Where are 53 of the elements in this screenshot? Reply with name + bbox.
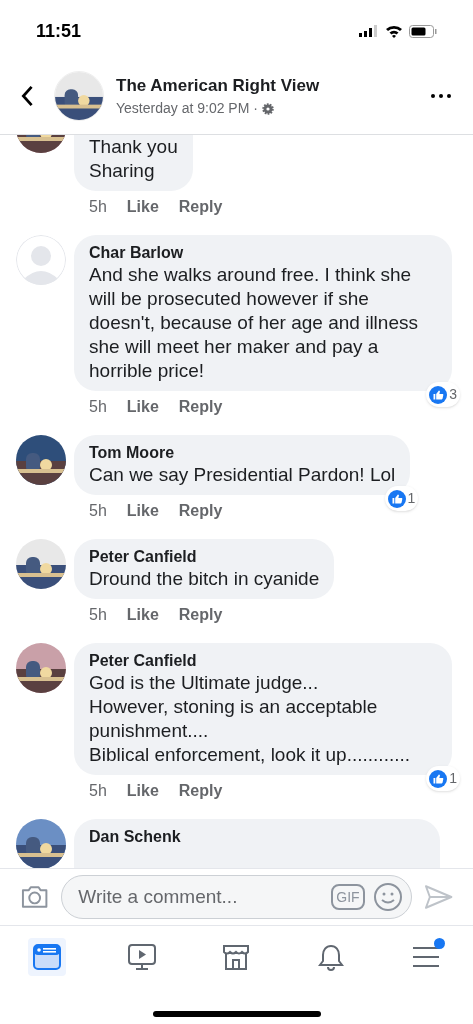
comment-text: God is the Ultimate judge... bbox=[89, 671, 320, 695]
comment-time: 5h bbox=[89, 397, 107, 417]
reply-link[interactable]: Reply bbox=[178, 395, 223, 419]
comment-time: 5h bbox=[89, 197, 107, 217]
commenter-name: Peter Canfield bbox=[89, 651, 198, 671]
more-icon bbox=[431, 94, 451, 98]
comment-text: Biblical enforcement, look it up............ bbox=[89, 743, 412, 767]
reply-link[interactable]: Reply bbox=[178, 603, 223, 627]
reply-link[interactable]: Reply bbox=[178, 499, 223, 523]
comment-time: 5h bbox=[89, 605, 107, 625]
like-link[interactable]: Like bbox=[126, 603, 159, 627]
commenter-name: Peter Canfield bbox=[89, 547, 198, 567]
comment-text: Sharing bbox=[89, 159, 156, 183]
reaction-count: 3 bbox=[426, 382, 460, 407]
newsfeed-icon bbox=[32, 942, 63, 972]
like-link[interactable]: Like bbox=[126, 195, 159, 219]
reply-link[interactable]: Reply bbox=[178, 195, 223, 219]
thumbs-up-icon bbox=[387, 489, 406, 508]
gif-button[interactable]: GIF bbox=[331, 884, 365, 910]
person-silhouette-icon bbox=[16, 235, 66, 285]
bell-icon bbox=[316, 942, 347, 972]
thumbs-up-icon bbox=[429, 385, 448, 404]
wifi-icon bbox=[385, 24, 403, 38]
gear-icon bbox=[261, 102, 274, 115]
back-icon bbox=[20, 85, 34, 107]
comment-text: Thank you bbox=[89, 135, 178, 159]
thumbs-up-icon bbox=[429, 769, 448, 788]
camera-icon bbox=[20, 884, 50, 910]
reaction-count: 1 bbox=[426, 766, 460, 791]
battery-icon bbox=[409, 24, 437, 38]
comment-time: 5h bbox=[89, 781, 107, 801]
commenter-name: Char Barlow bbox=[89, 243, 185, 263]
like-link[interactable]: Like bbox=[126, 779, 159, 803]
like-link[interactable]: Like bbox=[126, 395, 159, 419]
signal-icon bbox=[359, 25, 379, 37]
reply-link[interactable]: Reply bbox=[178, 779, 223, 803]
comment-text: Dround the bitch in cyanide bbox=[89, 567, 320, 591]
shop-icon bbox=[221, 942, 252, 972]
like-link[interactable]: Like bbox=[126, 499, 159, 523]
comment-field[interactable]: Write a comment... GIF bbox=[61, 875, 412, 919]
reaction-count: 1 bbox=[384, 486, 419, 511]
post-time: Yesterday at 9:02 PM · bbox=[116, 99, 258, 119]
emoji-icon[interactable] bbox=[372, 882, 403, 912]
page-title[interactable]: The American Right View bbox=[116, 72, 417, 99]
commenter-name: Tom Moore bbox=[89, 443, 176, 463]
comment-time: 5h bbox=[89, 501, 107, 521]
comment-text: And she walks around free. I think she will be prosecuted however if she doesn't, because of her age and illness she will meet her maker and pay a horrible price! bbox=[89, 263, 419, 383]
comment-text: However, stoning is an acceptable punishment.... bbox=[89, 695, 379, 743]
tab-button[interactable] bbox=[28, 938, 67, 976]
video-screen-icon bbox=[126, 942, 157, 972]
comment-text: Can we say Presidential Pardon! Lol bbox=[89, 463, 396, 487]
commenter-name: Dan Schenk bbox=[89, 827, 182, 847]
status-time: 11:51 bbox=[36, 19, 82, 43]
